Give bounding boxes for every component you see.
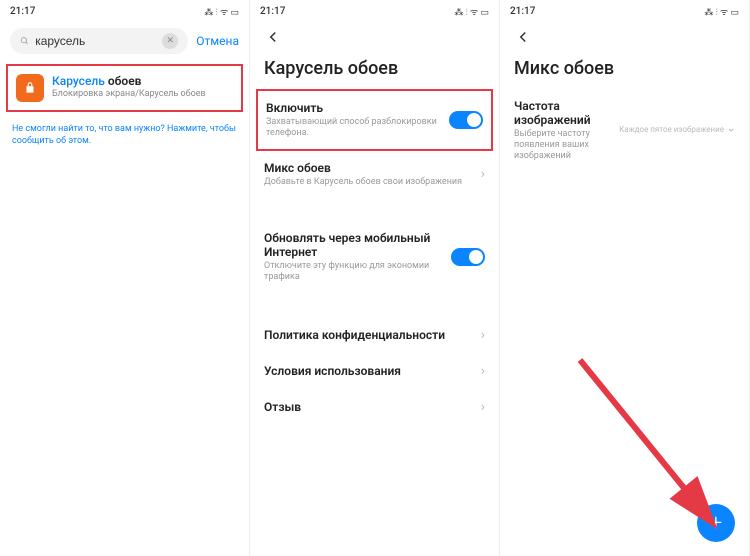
- frequency-value: Каждое пятое изображение: [619, 125, 724, 135]
- pane-search: 21:17 ⁂ ⫶ ᯤ ▭ ✕ Отмена Карусель обоев Бл…: [0, 0, 250, 556]
- search-result[interactable]: Карусель обоев Блокировка экрана/Карусел…: [6, 64, 243, 112]
- chevron-right-icon: ›: [481, 327, 485, 343]
- search-hint[interactable]: Не смогли найти то, что вам нужно? Нажми…: [0, 116, 249, 155]
- status-bar: 21:17 ⁂ ⫶ ᯤ ▭: [0, 0, 249, 22]
- pane-mix: 21:17 ⁂ ⫶ ᯤ ▭ Микс обоев Частота изображ…: [500, 0, 750, 556]
- setting-sub: Захватывающий способ разблокировки телеф…: [266, 117, 441, 139]
- app-icon: [16, 74, 44, 102]
- result-subtitle: Блокировка экрана/Карусель обоев: [52, 89, 206, 99]
- status-icons: ⁂ ⫶ ᯤ ▭: [454, 5, 489, 18]
- setting-sub: Отключите эту функцию для экономии трафи…: [264, 261, 443, 283]
- search-row: ✕ Отмена: [0, 22, 249, 60]
- status-time: 21:17: [260, 6, 285, 17]
- status-icons: ⁂ ⫶ ᯤ ▭: [204, 5, 239, 18]
- plus-icon: +: [710, 511, 722, 536]
- status-bar: 21:17 ⁂ ⫶ ᯤ ▭: [250, 0, 499, 22]
- result-text: Карусель обоев Блокировка экрана/Карусел…: [52, 74, 206, 99]
- status-time: 21:17: [510, 6, 535, 17]
- setting-sub: Добавьте в Карусель обоев свои изображен…: [264, 177, 473, 188]
- setting-mobile-update[interactable]: Обновлять через мобильный Интернет Отклю…: [250, 221, 499, 293]
- search-input[interactable]: [35, 34, 156, 48]
- status-bar: 21:17 ⁂ ⫶ ᯤ ▭: [500, 0, 749, 22]
- setting-title: Обновлять через мобильный Интернет: [264, 231, 443, 259]
- chevron-right-icon: ›: [481, 399, 485, 415]
- setting-title: Включить: [266, 101, 441, 115]
- result-title-highlight: Карусель: [52, 74, 105, 88]
- setting-terms[interactable]: Условия использования ›: [250, 353, 499, 389]
- toggle-mobile[interactable]: [451, 248, 485, 266]
- setting-frequency[interactable]: Частота изображений Выберите частоту поя…: [500, 89, 749, 171]
- setting-title: Условия использования: [264, 364, 473, 378]
- setting-feedback[interactable]: Отзыв ›: [250, 389, 499, 425]
- back-button[interactable]: [250, 22, 499, 56]
- setting-title: Политика конфиденциальности: [264, 328, 473, 342]
- pane-carousel-settings: 21:17 ⁂ ⫶ ᯤ ▭ Карусель обоев Включить За…: [250, 0, 500, 556]
- cancel-button[interactable]: Отмена: [196, 34, 239, 48]
- toggle-enable[interactable]: [449, 111, 483, 129]
- result-title-rest: обоев: [108, 74, 142, 88]
- search-box[interactable]: ✕: [10, 28, 188, 54]
- back-icon: [264, 28, 282, 46]
- back-button[interactable]: [500, 22, 749, 56]
- chevron-down-icon: [727, 126, 735, 134]
- chevron-right-icon: ›: [481, 363, 485, 379]
- setting-mix[interactable]: Микс обоев Добавьте в Карусель обоев сво…: [250, 151, 499, 198]
- search-icon: [20, 35, 29, 47]
- chevron-right-icon: ›: [481, 166, 485, 182]
- add-button[interactable]: +: [697, 504, 735, 542]
- status-time: 21:17: [10, 6, 35, 17]
- setting-title: Микс обоев: [264, 161, 473, 175]
- setting-title: Частота изображений: [514, 99, 611, 127]
- page-title: Микс обоев: [500, 56, 749, 89]
- page-title: Карусель обоев: [250, 56, 499, 89]
- setting-privacy[interactable]: Политика конфиденциальности ›: [250, 317, 499, 353]
- setting-sub: Выберите частоту появления ваших изображ…: [514, 129, 611, 161]
- setting-enable[interactable]: Включить Захватывающий способ разблокиро…: [258, 91, 491, 149]
- back-icon: [514, 28, 532, 46]
- clear-icon[interactable]: ✕: [162, 33, 178, 49]
- status-icons: ⁂ ⫶ ᯤ ▭: [704, 5, 739, 18]
- highlight-enable: Включить Захватывающий способ разблокиро…: [256, 89, 493, 151]
- setting-title: Отзыв: [264, 400, 473, 414]
